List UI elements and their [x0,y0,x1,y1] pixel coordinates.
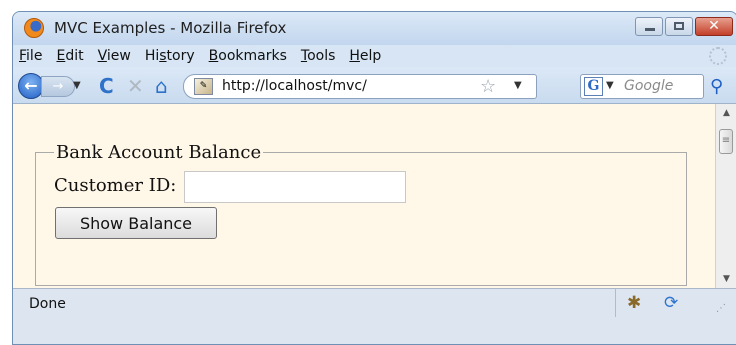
firebug-icon[interactable]: ✱ [627,293,641,313]
stop-button[interactable]: ✕ [127,75,144,97]
forward-button[interactable]: → [41,76,75,97]
title-bar: MVC Examples - Mozilla Firefox ✕ [13,12,736,45]
menu-view[interactable]: View [98,48,131,64]
close-icon: ✕ [708,18,720,34]
maximize-icon [674,22,684,30]
firefox-icon [24,18,44,38]
page-content: Bank Account Balance Customer ID: Show B… [13,104,715,288]
history-dropdown-icon[interactable]: ▼ [73,80,81,91]
show-balance-button[interactable]: Show Balance [55,207,217,239]
menu-bookmarks[interactable]: Bookmarks [209,48,287,64]
customer-id-input[interactable] [184,171,406,203]
minimize-button[interactable] [635,17,663,36]
search-engine-icon[interactable]: G [584,77,603,96]
menu-tools[interactable]: Tools [301,48,336,64]
url-dropdown-icon[interactable]: ▼ [514,80,522,91]
menu-history[interactable]: History [145,48,195,64]
window-title: MVC Examples - Mozilla Firefox [54,19,287,37]
scroll-down-icon[interactable]: ▼ [716,274,736,284]
status-divider [615,289,616,317]
site-favicon-icon: ✎ [194,78,213,95]
bookmark-star-icon[interactable]: ☆ [480,76,496,97]
search-engine-dropdown-icon[interactable]: ▼ [606,80,614,91]
customer-id-label: Customer ID: [54,175,177,196]
home-button[interactable]: ⌂ [155,75,168,97]
menu-edit[interactable]: Edit [56,48,83,64]
maximize-button[interactable] [665,17,693,36]
url-bar[interactable]: ✎ http://localhost/mvc/ ☆ ▼ [183,74,537,99]
search-go-icon[interactable]: ⚲ [710,76,723,97]
status-text: Done [29,296,66,312]
window-controls: ✕ [633,17,733,36]
throbber-icon [709,47,727,65]
sync-icon[interactable]: ⟳ [664,293,678,313]
vertical-scrollbar[interactable]: ▲ ≡ ▼ [715,104,736,288]
browser-window: MVC Examples - Mozilla Firefox ✕ File Ed… [12,11,736,345]
menu-bar: File Edit View History Bookmarks Tools H… [13,45,736,67]
url-text[interactable]: http://localhost/mvc/ [222,78,367,94]
menu-file[interactable]: File [19,48,42,64]
resize-grip-icon[interactable]: ⋰ [716,303,726,314]
reload-button[interactable]: C [99,75,114,97]
menu-help[interactable]: Help [349,48,381,64]
scroll-up-icon[interactable]: ▲ [716,108,736,118]
search-bar[interactable]: G ▼ Google [580,74,704,99]
close-button[interactable]: ✕ [695,17,733,36]
navigation-toolbar: ← → ▼ C ✕ ⌂ ✎ http://localhost/mvc/ ☆ ▼ … [13,67,736,104]
status-bar: Done ✱ ⟳ ⋰ [13,288,736,344]
minimize-icon [645,28,655,31]
search-input[interactable]: Google [624,78,673,94]
scrollbar-thumb[interactable]: ≡ [719,129,733,154]
